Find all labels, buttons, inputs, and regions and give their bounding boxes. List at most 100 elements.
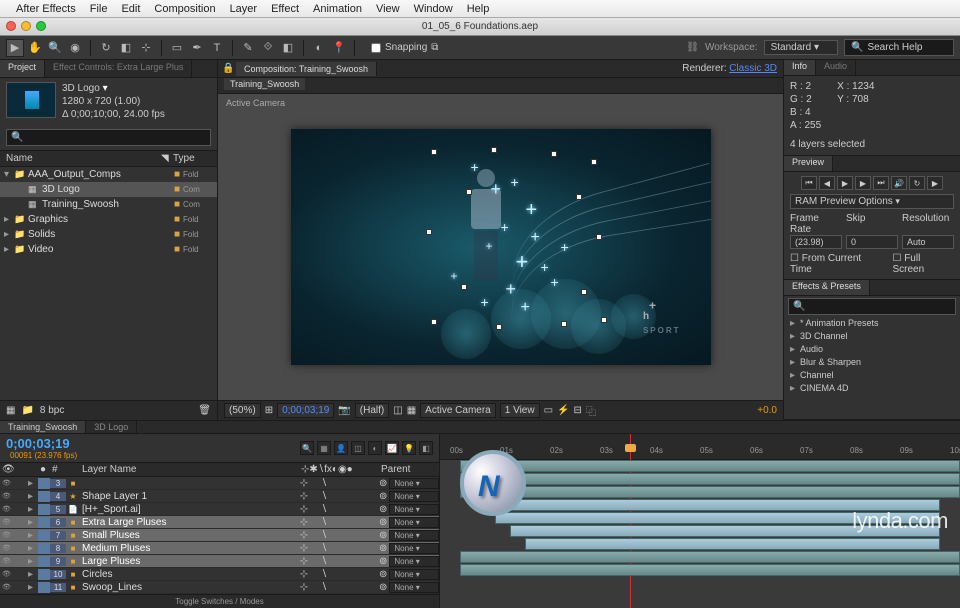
- timeline-current-time[interactable]: 0;00;03;19: [6, 436, 77, 451]
- effect-controls-tab[interactable]: Effect Controls: Extra Large Plus: [45, 60, 192, 77]
- menu-layer[interactable]: Layer: [230, 3, 258, 15]
- resolution-input[interactable]: Auto: [902, 235, 954, 249]
- snapping-checkbox[interactable]: [371, 43, 381, 53]
- exposure-value[interactable]: +0.0: [757, 405, 777, 416]
- project-search-input[interactable]: 🔍: [6, 129, 211, 146]
- full-screen-checkbox[interactable]: ☐ Full Screen: [892, 253, 954, 275]
- workspace-dropdown[interactable]: Standard ▾: [764, 40, 838, 55]
- layer-row[interactable]: 👁▸11■Swoop_Lines⊹∖⊚None ▾: [0, 581, 439, 594]
- effects-category[interactable]: ▸CINEMA 4D: [788, 382, 956, 395]
- from-current-checkbox[interactable]: ☐ From Current Time: [790, 253, 884, 275]
- hand-tool-icon[interactable]: ✋: [26, 39, 44, 57]
- timeline-tab-1[interactable]: Training_Swoosh: [0, 421, 86, 433]
- menu-animation[interactable]: Animation: [313, 3, 362, 15]
- loop-icon[interactable]: ↻: [909, 176, 925, 190]
- camera-tool-icon[interactable]: ◧: [117, 39, 135, 57]
- flowchart-icon[interactable]: ⿻: [586, 403, 596, 418]
- renderer-link[interactable]: Classic 3D: [729, 63, 777, 74]
- draft3d-icon[interactable]: ◧: [419, 441, 433, 455]
- bpc-toggle[interactable]: 8 bpc: [40, 405, 64, 416]
- resolution-dropdown[interactable]: (Half): [355, 403, 389, 418]
- roi-icon[interactable]: ◫: [393, 405, 402, 416]
- layer-row[interactable]: 👁▸9■Large Pluses⊹∖⊚None ▾: [0, 555, 439, 568]
- layer-row[interactable]: 👁▸7■Small Pluses⊹∖⊚None ▾: [0, 529, 439, 542]
- effects-search-input[interactable]: 🔍: [788, 298, 956, 315]
- shy-icon[interactable]: 👤: [334, 441, 348, 455]
- menu-file[interactable]: File: [90, 3, 108, 15]
- first-frame-icon[interactable]: ⏮: [801, 176, 817, 190]
- skip-input[interactable]: 0: [846, 235, 898, 249]
- menu-composition[interactable]: Composition: [154, 3, 215, 15]
- comp-breadcrumb[interactable]: Training_Swoosh: [224, 78, 305, 90]
- ram-preview-icon[interactable]: ▶: [927, 176, 943, 190]
- toggle-switches-button[interactable]: Toggle Switches / Modes: [0, 594, 439, 608]
- selection-tool-icon[interactable]: ▶: [6, 39, 24, 57]
- snapshot-icon[interactable]: 📷: [338, 405, 350, 416]
- chain-icon[interactable]: ⛓: [686, 42, 699, 53]
- anchor-tool-icon[interactable]: ⊹: [137, 39, 155, 57]
- layer-row[interactable]: 👁▸5📄[H+_Sport.ai]⊹∖⊚None ▾: [0, 503, 439, 516]
- project-item[interactable]: ▾📁AAA_Output_Comps■Fold: [0, 167, 217, 182]
- project-item[interactable]: ▦Training_Swoosh■Com: [0, 197, 217, 212]
- composition-tab[interactable]: Composition: Training_Swoosh: [236, 62, 377, 76]
- pen-tool-icon[interactable]: ✒: [188, 39, 206, 57]
- roto-tool-icon[interactable]: ◐: [310, 39, 328, 57]
- framerate-input[interactable]: (23.98): [790, 235, 842, 249]
- effects-category[interactable]: ▸Audio: [788, 343, 956, 356]
- zoom-tool-icon[interactable]: 🔍: [46, 39, 64, 57]
- info-tab[interactable]: Info: [784, 60, 816, 75]
- graph-icon[interactable]: 📈: [385, 441, 399, 455]
- project-item[interactable]: ▸📁Video■Fold: [0, 242, 217, 257]
- project-tab[interactable]: Project: [0, 60, 45, 77]
- minimize-icon[interactable]: [21, 21, 31, 31]
- close-icon[interactable]: [6, 21, 16, 31]
- project-item[interactable]: ▸📁Solids■Fold: [0, 227, 217, 242]
- prev-frame-icon[interactable]: ◀: [819, 176, 835, 190]
- rotate-tool-icon[interactable]: ↻: [97, 39, 115, 57]
- current-time[interactable]: 0;00;03;19: [277, 403, 334, 418]
- grid-icon[interactable]: ⊞: [265, 405, 273, 416]
- eraser-tool-icon[interactable]: ◧: [279, 39, 297, 57]
- audio-tab[interactable]: Audio: [816, 60, 856, 75]
- timeline-tab-2[interactable]: 3D Logo: [86, 421, 137, 433]
- play-icon[interactable]: ▶: [837, 176, 853, 190]
- last-frame-icon[interactable]: ⏭: [873, 176, 889, 190]
- camera-dropdown[interactable]: Active Camera: [420, 403, 496, 418]
- clone-tool-icon[interactable]: ⟐: [259, 39, 277, 57]
- layer-row[interactable]: 👁▸10■Circles⊹∖⊚None ▾: [0, 568, 439, 581]
- next-frame-icon[interactable]: ▶: [855, 176, 871, 190]
- effects-category[interactable]: ▸3D Channel: [788, 330, 956, 343]
- folder-icon[interactable]: 📁: [21, 405, 33, 416]
- search-help-input[interactable]: 🔍 Search Help: [844, 39, 954, 56]
- search-icon[interactable]: 🔍: [300, 441, 314, 455]
- menu-help[interactable]: Help: [467, 3, 490, 15]
- menu-view[interactable]: View: [376, 3, 400, 15]
- project-item[interactable]: ▦3D Logo■Com: [0, 182, 217, 197]
- menu-app[interactable]: After Effects: [16, 3, 76, 15]
- pixel-aspect-icon[interactable]: ▭: [544, 405, 553, 416]
- composition-viewer[interactable]: Active Camera + + + + + +: [218, 94, 783, 400]
- zoom-dropdown[interactable]: (50%): [224, 403, 261, 418]
- effects-category[interactable]: ▸* Animation Presets: [788, 317, 956, 330]
- canvas[interactable]: + + + + + + + + + + + + + + +: [291, 129, 711, 365]
- effects-presets-tab[interactable]: Effects & Presets: [784, 280, 870, 295]
- preview-tab[interactable]: Preview: [784, 156, 833, 171]
- frame-blend-icon[interactable]: ◫: [351, 441, 365, 455]
- interpret-icon[interactable]: ▦: [6, 405, 15, 416]
- layer-row[interactable]: 👁▸4★Shape Layer 1⊹∖⊚None ▾: [0, 490, 439, 503]
- audio-icon[interactable]: 🔊: [891, 176, 907, 190]
- text-tool-icon[interactable]: T: [208, 39, 226, 57]
- shape-tool-icon[interactable]: ▭: [168, 39, 186, 57]
- menu-window[interactable]: Window: [414, 3, 453, 15]
- snapping-toggle[interactable]: Snapping ⧉: [371, 42, 438, 53]
- comp-mini-icon[interactable]: ▦: [317, 441, 331, 455]
- lock-icon[interactable]: 🔒: [222, 63, 236, 74]
- transparency-icon[interactable]: ▦: [407, 405, 416, 416]
- layer-row[interactable]: 👁▸3■⊹∖⊚None ▾: [0, 477, 439, 490]
- trash-icon[interactable]: 🗑: [198, 405, 211, 416]
- effects-category[interactable]: ▸Channel: [788, 369, 956, 382]
- timeline-icon[interactable]: ⊟: [573, 405, 581, 416]
- menu-effect[interactable]: Effect: [271, 3, 299, 15]
- layer-row[interactable]: 👁▸8■Medium Pluses⊹∖⊚None ▾: [0, 542, 439, 555]
- ram-options-dropdown[interactable]: RAM Preview Options ▾: [790, 194, 954, 209]
